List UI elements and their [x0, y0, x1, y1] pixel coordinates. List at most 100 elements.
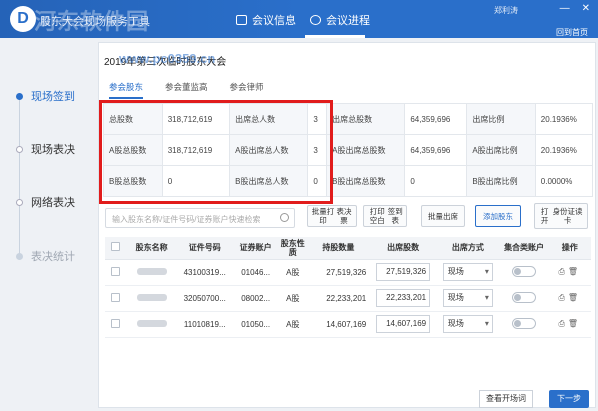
table-row[interactable]: 11010819... 01050... A股 14,607,169 14,607,16… — [105, 311, 591, 338]
stats-value: 318,712,619 — [161, 134, 231, 166]
tab-shareholders[interactable]: 参会股东 — [109, 81, 144, 99]
sidebar-item-online-vote[interactable]: 网络表决 — [16, 194, 75, 210]
collective-account-toggle[interactable] — [512, 291, 537, 303]
batch-attend-button[interactable]: 批量出席 — [421, 205, 465, 227]
id-number-cell: 43100319... — [177, 259, 233, 286]
minimize-icon[interactable]: — — [560, 3, 570, 14]
collective-account-toggle[interactable] — [512, 265, 537, 277]
row-checkbox[interactable] — [111, 292, 121, 302]
select-all-checkbox[interactable] — [111, 242, 121, 252]
account-cell: 08002... — [232, 285, 279, 312]
stats-label: 出席总人数 — [229, 103, 309, 135]
holder-type-cell: A股 — [279, 259, 307, 286]
shareholder-table: 股东名称 证件号码 证券账户 股东性质 持股数量 出席股数 出席方式 集合类账户… — [105, 237, 591, 338]
table-row[interactable]: 32050700... 08002... A股 22,233,201 22,233,20… — [105, 285, 591, 312]
search-input[interactable]: 输入股东名称/证件号码/证券账户快速检索 — [105, 208, 295, 228]
stats-label: B股出席总人数 — [229, 165, 309, 197]
delete-icon[interactable]: 🗑 — [568, 267, 581, 276]
stats-value: 64,359,696 — [404, 103, 468, 135]
stats-value: 3 — [307, 134, 328, 166]
stats-label: 出席比例 — [466, 103, 536, 135]
stats-value: 0 — [161, 165, 231, 197]
print-icon[interactable]: ⎙ — [558, 319, 567, 328]
button-label: 打印空白 — [369, 207, 385, 225]
stats-label: A股总股数 — [103, 134, 163, 166]
button-label: 批量打印 — [311, 207, 335, 225]
nav-meeting-info[interactable]: 会议信息 — [236, 12, 296, 28]
print-icon[interactable]: ⎙ — [558, 267, 567, 276]
stats-row: B股总股数 0 B股出席总人数 0 B股出席总股数 0 B股出席比例 0.0000% — [103, 165, 594, 197]
holder-type-cell: A股 — [279, 311, 307, 338]
batch-print-ballot-button[interactable]: 批量打印 表决票 — [307, 205, 357, 227]
collective-account-toggle[interactable] — [512, 317, 537, 329]
holder-name-cell — [126, 259, 178, 286]
attend-shares-input[interactable]: 27,519,326 — [376, 263, 431, 281]
search-placeholder: 输入股东名称/证件号码/证券账户快速检索 — [112, 215, 261, 224]
print-blank-signin-button[interactable]: 打印空白 签到表 — [363, 205, 407, 227]
sidebar-item-label: 表决统计 — [31, 251, 75, 263]
sidebar-item-stats[interactable]: 表决统计 — [16, 248, 75, 264]
row-checkbox[interactable] — [111, 266, 121, 276]
stats-label: A股出席总人数 — [229, 134, 309, 166]
view-opening-speech-button[interactable]: 查看开场词 — [479, 390, 533, 408]
row-select-cell — [105, 311, 127, 338]
mode-cell: 现场 — [436, 259, 500, 286]
col-header: 股东名称 — [126, 237, 178, 260]
nav-label: 会议信息 — [252, 15, 296, 27]
nav-meeting-progress[interactable]: 会议进程 — [310, 12, 370, 28]
ops-cell: ⎙🗑 — [548, 259, 591, 286]
nav-label: 会议进程 — [326, 15, 370, 27]
stats-row: A股总股数 318,712,619 A股出席总人数 3 A股出席总股数 64,359,69… — [103, 134, 594, 166]
stats-label: B股总股数 — [103, 165, 163, 197]
nav-active-indicator — [305, 35, 365, 38]
stats-value: 20.1936% — [534, 134, 594, 166]
search-icon[interactable] — [280, 213, 289, 222]
col-header: 证券账户 — [232, 237, 279, 260]
holding-cell: 27,519,326 — [306, 259, 371, 286]
col-header: 持股数量 — [306, 237, 371, 260]
stats-value: 0.0000% — [534, 165, 594, 197]
top-bar: D 股东大会现场服务工具 河东软件园 会议信息 会议进程 郑利涛 — ✕ 回到首… — [0, 0, 598, 38]
table-row[interactable]: 43100319... 01046... A股 27,519,326 27,519,32… — [105, 259, 591, 286]
close-icon[interactable]: ✕ — [582, 3, 590, 14]
print-icon[interactable]: ⎙ — [558, 293, 567, 302]
attend-mode-select[interactable]: 现场 — [442, 315, 493, 333]
sidebar-timeline — [19, 93, 20, 258]
step-dot-icon — [16, 145, 23, 153]
next-step-button[interactable]: 下一步 — [549, 390, 589, 408]
tab-lawyers[interactable]: 参会律师 — [230, 81, 264, 99]
attend-shares-input[interactable]: 22,233,201 — [376, 289, 431, 307]
col-header: 证件号码 — [177, 237, 233, 260]
ops-cell: ⎙🗑 — [548, 311, 591, 338]
stats-label: B股出席比例 — [466, 165, 536, 197]
delete-icon[interactable]: 🗑 — [568, 293, 581, 302]
attend-shares-input[interactable]: 14,607,169 — [376, 315, 431, 333]
button-label: 表决票 — [336, 207, 352, 225]
sidebar-item-vote[interactable]: 现场表决 — [16, 141, 75, 157]
button-label: 身份证读卡 — [552, 207, 583, 225]
attend-mode-select[interactable]: 现场 — [442, 263, 493, 281]
sidebar-item-checkin[interactable]: 现场签到 — [16, 88, 75, 104]
row-select-cell — [105, 259, 127, 286]
col-header: 集合类账户 — [499, 237, 549, 260]
col-header: 出席股数 — [370, 237, 437, 260]
attend-cell: 14,607,169 — [370, 311, 437, 338]
redacted-name — [136, 319, 167, 327]
tab-directors[interactable]: 参会董监高 — [165, 81, 208, 99]
open-id-reader-button[interactable]: 打开 身份证读卡 — [534, 203, 588, 229]
gear-icon — [310, 15, 321, 25]
row-actions: ⎙🗑 — [558, 319, 581, 328]
back-home-link[interactable]: 回到首页 — [556, 27, 588, 38]
add-shareholder-button[interactable]: 添加股东 — [475, 205, 521, 227]
row-checkbox[interactable] — [111, 318, 121, 328]
col-header: 出席方式 — [436, 237, 500, 260]
main-panel: 2019年第三次临时股东大会 www.pc0359.cn 参会股东 参会董监高 … — [98, 42, 596, 408]
col-header: 操作 — [548, 237, 591, 260]
row-select-cell — [105, 285, 127, 312]
stats-row: 总股数 318,712,619 出席总人数 3 出席总股数 64,359,696 出席比例 2… — [103, 103, 594, 135]
attend-mode-select[interactable]: 现场 — [442, 289, 493, 307]
holder-name-cell — [126, 285, 178, 312]
app-logo-icon: D — [10, 6, 36, 32]
stats-value: 20.1936% — [534, 103, 594, 135]
delete-icon[interactable]: 🗑 — [568, 319, 581, 328]
